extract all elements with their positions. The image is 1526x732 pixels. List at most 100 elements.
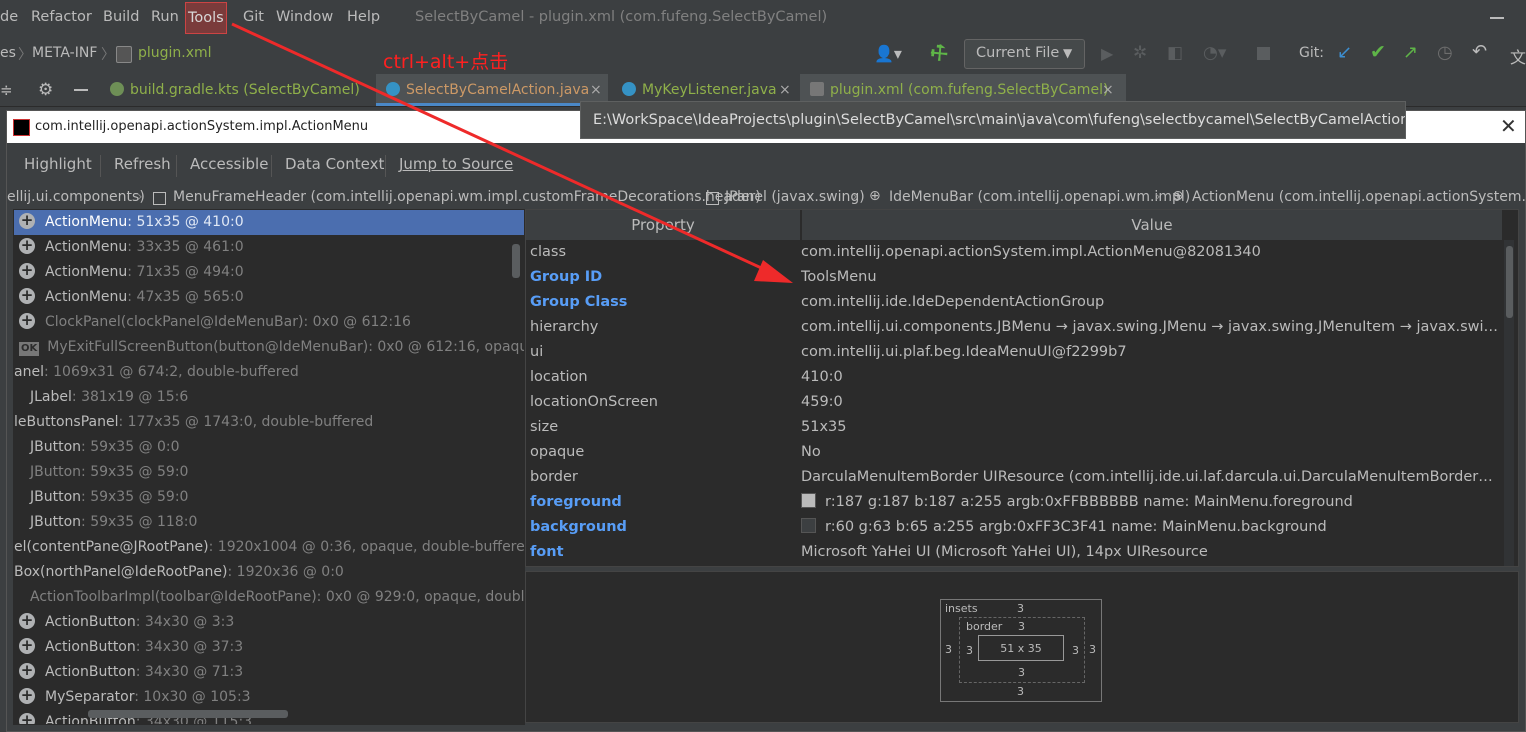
property-row[interactable]: size 51x35 [526, 415, 1502, 440]
git-push-icon[interactable]: ↗ [1403, 42, 1418, 63]
history-icon[interactable]: ◷ [1437, 42, 1453, 63]
menu-code[interactable]: de [0, 9, 18, 25]
tree-node-name: ActionMenu [45, 239, 128, 255]
tab-selectbycamelaction[interactable]: SelectByCamelAction.java × [376, 74, 608, 106]
property-value: 459:0 [801, 390, 1501, 415]
tool-window-icon[interactable]: ≑ [0, 81, 13, 99]
menu-window[interactable]: Window [276, 9, 333, 25]
property-value: Microsoft YaHei UI (Microsoft YaHei UI),… [801, 540, 1501, 565]
breadcrumb-parent[interactable]: es [0, 45, 16, 61]
tree-node[interactable]: ActionMenu: 47x35 @ 565:0 [14, 283, 524, 310]
hide-icon[interactable] [74, 89, 88, 91]
property-row[interactable]: background r:60 g:63 b:65 a:255 argb:0xFF… [526, 515, 1502, 540]
tree-horizontal-scrollbar[interactable] [88, 710, 288, 718]
menu-tools[interactable]: Tools [185, 2, 227, 34]
refresh-button[interactable]: Refresh [114, 155, 171, 173]
breadcrumb-item[interactable]: ActionMenu (com.intellij.openapi.actionS… [1192, 189, 1525, 205]
breadcrumb-item[interactable]: MenuFrameHeader (com.intellij.openapi.wm… [173, 189, 761, 205]
value-column-header[interactable]: Value [802, 210, 1502, 240]
border-label: border [966, 620, 1003, 633]
property-row[interactable]: location 410:0 [526, 365, 1502, 390]
property-row[interactable]: ui com.intellij.ui.plaf.beg.IdeaMenuUI@f2… [526, 340, 1502, 365]
property-row[interactable]: foreground r:187 g:187 b:187 a:255 argb:0… [526, 490, 1502, 515]
tree-node-detail: ClockPanel(clockPanel@IdeMenuBar): 0x0 @… [45, 314, 411, 330]
breadcrumb-item[interactable]: ellij.ui.components) [7, 189, 145, 205]
property-row[interactable]: hierarchy com.intellij.ui.components.JBMe… [526, 315, 1502, 340]
tree-scrollbar[interactable] [512, 244, 520, 278]
tree-node[interactable]: anel: 1069x31 @ 674:2, double-buffered [14, 360, 524, 385]
property-row[interactable]: locationOnScreen 459:0 [526, 390, 1502, 415]
tab-build-gradle[interactable]: build.gradle.kts (SelectByCamel) [102, 74, 372, 106]
tree-node[interactable]: JButton: 59x35 @ 59:0 [14, 485, 524, 510]
tree-node[interactable]: Box(northPanel@IdeRootPane): 1920x36 @ 0… [14, 560, 524, 585]
rollback-icon[interactable]: ↶ [1472, 41, 1487, 62]
tree-node[interactable]: JButton: 59x35 @ 59:0 [14, 460, 524, 485]
profile-icon[interactable]: ◔▾ [1203, 43, 1226, 63]
menu-git[interactable]: Git [243, 9, 264, 25]
tree-node[interactable]: el(contentPane@JRootPane): 1920x1004 @ 0… [14, 535, 524, 560]
tree-node[interactable]: OK MyExitFullScreenButton(button@IdeMenuB… [14, 335, 525, 360]
property-row[interactable]: font Microsoft YaHei UI (Microsoft YaHei … [526, 540, 1502, 565]
tree-node[interactable]: ClockPanel(clockPanel@IdeMenuBar): 0x0 @… [14, 308, 524, 335]
git-update-icon[interactable]: ↙ [1337, 42, 1352, 63]
property-value: com.intellij.openapi.actionSystem.impl.A… [801, 240, 1501, 265]
chevron-right-icon: › [852, 189, 858, 205]
highlight-button[interactable]: Highlight [24, 155, 92, 173]
component-tree[interactable]: ActionMenu: 51x35 @ 410:0ActionMenu: 33x… [13, 209, 525, 725]
user-icon[interactable]: 👤▾ [874, 44, 902, 63]
property-row[interactable]: Group ID ToolsMenu [526, 265, 1502, 290]
tree-node[interactable]: MySeparator: 10x30 @ 105:3 [14, 683, 524, 710]
run-icon[interactable]: ▶ [1101, 44, 1113, 63]
tree-node-detail: JButton: 59x35 @ 59:0 [30, 464, 189, 480]
minimize-icon[interactable] [1490, 17, 1504, 19]
ui-inspector-dialog: com.intellij.openapi.actionSystem.impl.A… [6, 110, 1526, 732]
property-row[interactable]: Group Class com.intellij.ide.IdeDependent… [526, 290, 1502, 315]
breadcrumb-item[interactable]: JPanel (javax.swing) [725, 189, 865, 205]
coverage-icon[interactable]: ◧ [1167, 43, 1183, 63]
tree-node[interactable]: ActionButton: 34x30 @ 37:3 [14, 633, 524, 660]
menu-refactor[interactable]: Refactor [31, 9, 92, 25]
tree-node-detail: : 33x35 @ 461:0 [127, 239, 244, 255]
menu-run[interactable]: Run [151, 9, 179, 25]
menu-help[interactable]: Help [347, 9, 380, 25]
tree-node[interactable]: leButtonsPanel: 177x35 @ 1743:0, double-… [14, 410, 524, 435]
git-commit-icon[interactable]: ✔ [1370, 41, 1386, 63]
property-value: com.intellij.ide.IdeDependentActionGroup [801, 290, 1501, 315]
accessible-button[interactable]: Accessible [190, 155, 268, 173]
tree-node[interactable]: ActionToolbarImpl(toolbar@IdeRootPane): … [14, 585, 524, 610]
breadcrumb-meta-inf[interactable]: META-INF [32, 45, 97, 61]
gear-icon[interactable]: ⚙ [38, 80, 53, 100]
properties-table[interactable]: Property Value class com.intellij.openapi… [525, 209, 1519, 567]
tree-node[interactable]: ActionMenu: 51x35 @ 410:0 [14, 210, 524, 235]
property-value: r:60 g:63 b:65 a:255 argb:0xFF3C3F41 nam… [801, 515, 1501, 540]
component-icon: ⊕ [1172, 188, 1184, 204]
property-row[interactable]: opaque No [526, 440, 1502, 465]
close-icon[interactable]: ✕ [1500, 114, 1517, 138]
menu-build[interactable]: Build [103, 9, 139, 25]
property-column-header[interactable]: Property [526, 210, 801, 240]
tree-node[interactable]: ActionButton: 34x30 @ 71:3 [14, 658, 524, 685]
tree-node[interactable]: JButton: 59x35 @ 0:0 [14, 435, 524, 460]
component-icon [19, 683, 35, 708]
tree-node[interactable]: JLabel: 381x19 @ 15:6 [14, 385, 524, 410]
breadcrumb-item[interactable]: IdeMenuBar (com.intellij.openapi.wm.impl… [889, 189, 1190, 205]
property-row[interactable]: class com.intellij.openapi.actionSystem.i… [526, 240, 1502, 265]
tree-node-detail: MyExitFullScreenButton(button@IdeMenuBar… [47, 339, 525, 355]
tree-node[interactable]: ActionMenu: 71x35 @ 494:0 [14, 258, 524, 285]
translate-icon[interactable]: 文 [1510, 44, 1526, 68]
tree-node[interactable]: JButton: 59x35 @ 118:0 [14, 510, 524, 535]
properties-scrollbar[interactable] [1506, 246, 1513, 318]
stop-icon[interactable] [1257, 47, 1270, 60]
property-value-text: r:187 g:187 b:187 a:255 argb:0xFFBBBBBB … [825, 494, 1353, 510]
breadcrumb-plugin-xml[interactable]: plugin.xml [138, 45, 212, 61]
run-configuration-dropdown[interactable]: Current File ▼ [964, 39, 1085, 69]
debug-icon[interactable]: ✲ [1133, 43, 1147, 63]
data-context-button[interactable]: Data Context [285, 155, 384, 173]
jump-to-source-button[interactable]: Jump to Source [399, 155, 513, 173]
tree-node-name: JButton [30, 489, 82, 505]
tree-node[interactable]: ActionMenu: 33x35 @ 461:0 [14, 233, 524, 260]
tree-node-detail: : 59x35 @ 0:0 [81, 439, 180, 455]
build-hammer-icon[interactable]: ⚒ [924, 38, 953, 68]
property-row[interactable]: border DarculaMenuItemBorder UIResource (… [526, 465, 1502, 490]
tree-node[interactable]: ActionButton: 34x30 @ 3:3 [14, 608, 524, 635]
